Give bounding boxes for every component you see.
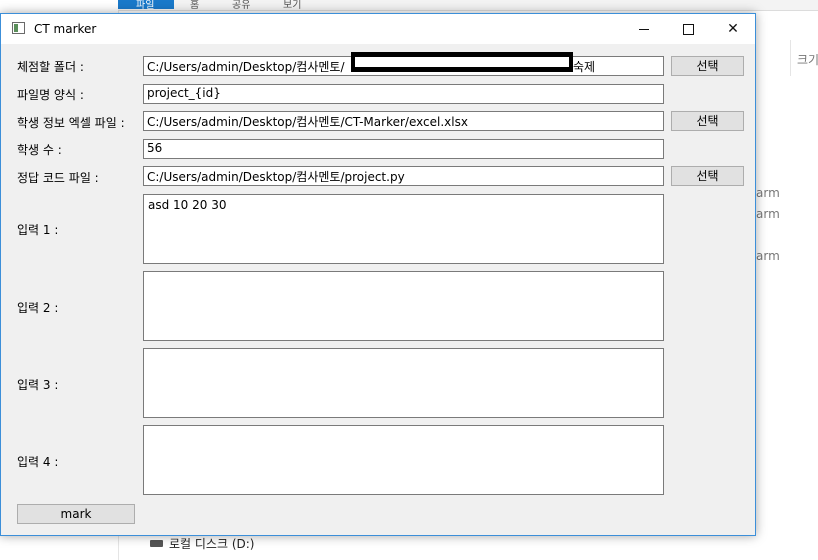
background-local-drive[interactable]: 로컬 디스크 (D:) bbox=[150, 535, 254, 552]
ct-marker-window: CT marker ✕ 체점할 폴더 : C:/Users/admin/Desk… bbox=[0, 13, 756, 536]
window-title: CT marker bbox=[34, 22, 97, 36]
mark-button[interactable]: mark bbox=[17, 504, 135, 524]
background-ribbon-tab-file: 파일 bbox=[136, 0, 155, 11]
close-icon: ✕ bbox=[727, 21, 739, 37]
input-3-label: 입력 3 : bbox=[17, 378, 59, 392]
background-size-column: 크기 bbox=[797, 53, 818, 67]
input-4-label: 입력 4 : bbox=[17, 455, 59, 469]
folder-input-suffix: 숙제 bbox=[573, 60, 596, 74]
select-answer-code-button[interactable]: 선택 bbox=[671, 166, 744, 186]
input-1-label: 입력 1 : bbox=[17, 223, 59, 237]
input-1-textarea[interactable]: asd 10 20 30 bbox=[143, 194, 664, 264]
background-ribbon bbox=[118, 0, 818, 11]
filename-format-label: 파일명 양식 : bbox=[17, 88, 84, 102]
minimize-icon bbox=[639, 28, 649, 30]
background-file-text: arm bbox=[756, 249, 780, 263]
select-folder-button[interactable]: 선택 bbox=[671, 56, 744, 76]
redaction-bar bbox=[351, 52, 573, 72]
select-excel-button[interactable]: 선택 bbox=[671, 111, 744, 131]
answer-code-label: 정답 코드 파일 : bbox=[17, 171, 99, 185]
input-2-label: 입력 2 : bbox=[17, 301, 59, 315]
minimize-button[interactable] bbox=[621, 14, 667, 44]
background-file-text: arm bbox=[756, 186, 780, 200]
filename-format-input[interactable]: project_{id} bbox=[143, 84, 664, 104]
background-ribbon-tab-share: 공유 bbox=[232, 0, 251, 11]
student-count-label: 학생 수 : bbox=[17, 143, 62, 157]
close-button[interactable]: ✕ bbox=[710, 14, 756, 44]
answer-code-input[interactable]: C:/Users/admin/Desktop/컴사멘토/project.py bbox=[143, 166, 664, 186]
student-excel-input[interactable]: C:/Users/admin/Desktop/컴사멘토/CT-Marker/ex… bbox=[143, 111, 664, 131]
maximize-button[interactable] bbox=[665, 14, 711, 44]
input-2-textarea[interactable] bbox=[143, 271, 664, 341]
background-ribbon-tab-view: 보기 bbox=[283, 0, 302, 11]
background-ribbon-tab-home: 홈 bbox=[190, 0, 200, 11]
title-bar[interactable]: CT marker ✕ bbox=[1, 14, 755, 44]
input-4-textarea[interactable] bbox=[143, 425, 664, 495]
folder-label: 체점할 폴더 : bbox=[17, 60, 84, 74]
drive-icon bbox=[150, 540, 163, 547]
student-excel-label: 학생 정보 엑셀 파일 : bbox=[17, 116, 125, 130]
input-3-textarea[interactable] bbox=[143, 348, 664, 418]
background-file-text: arm bbox=[756, 207, 780, 221]
app-icon bbox=[12, 22, 25, 34]
maximize-icon bbox=[682, 23, 694, 35]
student-count-input[interactable]: 56 bbox=[143, 139, 664, 159]
